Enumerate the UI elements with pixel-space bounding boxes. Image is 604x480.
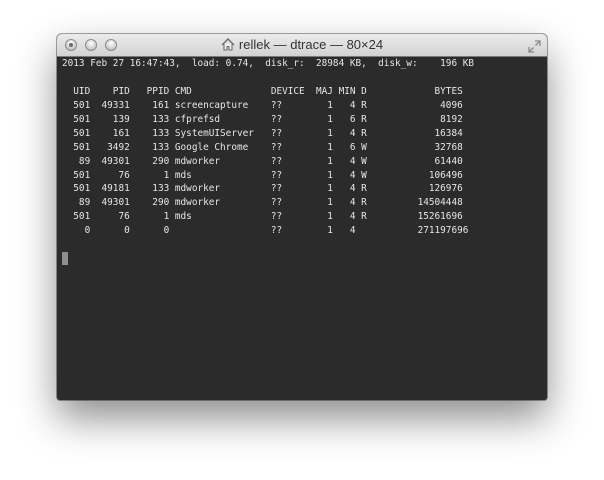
table-row: 501 161 133 SystemUIServer ?? 1 4 R 1638… xyxy=(62,127,463,139)
table-row: 89 49301 290 mdworker ?? 1 4 W 61440 xyxy=(62,155,463,167)
status-line: 2013 Feb 27 16:47:43, load: 0.74, disk_r… xyxy=(62,58,475,69)
terminal-output[interactable]: 2013 Feb 27 16:47:43, load: 0.74, disk_r… xyxy=(57,57,547,400)
window-title: rellek — dtrace — 80×24 xyxy=(238,37,384,52)
table-row: 501 49331 161 screencapture ?? 1 4 R 409… xyxy=(62,99,463,111)
title-bar[interactable]: rellek — dtrace — 80×24 xyxy=(57,34,547,57)
table-row: 501 3492 133 Google Chrome ?? 1 6 W 3276… xyxy=(62,141,463,153)
resize-icon[interactable] xyxy=(528,38,541,57)
table-row: 501 76 1 mds ?? 1 4 R 15261696 xyxy=(62,211,463,223)
prompt-line[interactable] xyxy=(62,252,547,266)
table-row: 501 49181 133 mdworker ?? 1 4 R 126976 xyxy=(62,183,463,195)
table-header: UID PID PPID CMD DEVICE MAJ MIN D BYTES xyxy=(62,85,463,97)
text-cursor xyxy=(62,252,68,266)
home-icon xyxy=(221,38,235,54)
table-row: 501 139 133 cfprefsd ?? 1 6 R 8192 xyxy=(62,113,463,125)
table-row: 89 49301 290 mdworker ?? 1 4 R 14504448 xyxy=(62,197,463,209)
terminal-window: rellek — dtrace — 80×24 2013 Feb 27 16:4… xyxy=(57,34,547,400)
table-row: 501 76 1 mds ?? 1 4 W 106496 xyxy=(62,169,463,181)
table-row: 0 0 0 ?? 1 4 271197696 xyxy=(62,225,469,237)
window-title-container: rellek — dtrace — 80×24 xyxy=(57,37,547,54)
